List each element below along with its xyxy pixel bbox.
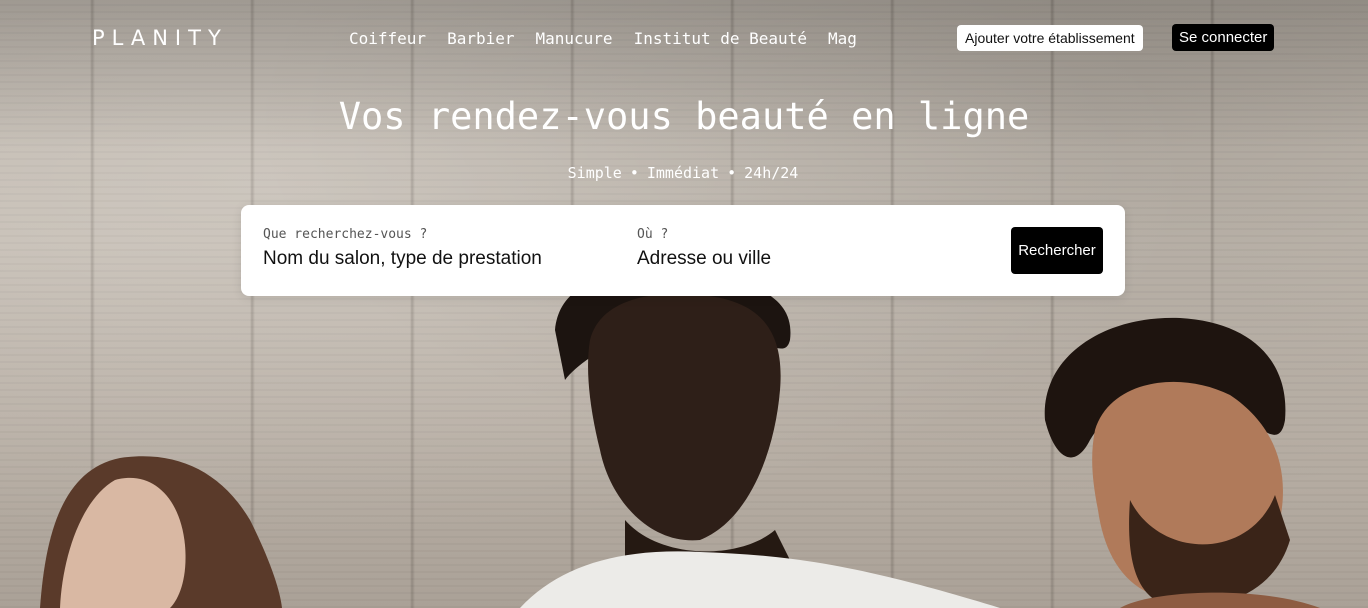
tagline-separator: • <box>727 164 737 182</box>
location-search-field[interactable]: Où ? Adresse ou ville <box>637 227 977 270</box>
tagline-item-simple: Simple <box>567 164 622 182</box>
hero-tagline: Simple • Immédiat • 24h/24 <box>0 164 1366 182</box>
search-card: Que recherchez-vous ? Nom du salon, type… <box>241 205 1125 296</box>
person-left <box>40 456 282 608</box>
hero-background-image <box>0 0 1368 608</box>
nav-item-manucure[interactable]: Manucure <box>536 29 613 48</box>
location-search-input[interactable]: Adresse ou ville <box>637 248 977 270</box>
main-nav: Coiffeur Barbier Manucure Institut de Be… <box>349 29 878 48</box>
nav-item-coiffeur[interactable]: Coiffeur <box>349 29 426 48</box>
nav-item-mag[interactable]: Mag <box>828 29 857 48</box>
person-right <box>1044 317 1320 608</box>
login-button[interactable]: Se connecter <box>1172 24 1275 51</box>
search-button[interactable]: Rechercher <box>1011 227 1103 274</box>
nav-item-barbier[interactable]: Barbier <box>447 29 514 48</box>
hero-title: Vos rendez-vous beauté en ligne <box>338 95 1030 138</box>
tagline-separator: • <box>629 164 639 182</box>
location-search-label: Où ? <box>637 227 669 242</box>
hero-photo-people <box>40 273 1320 608</box>
service-search-label: Que recherchez-vous ? <box>263 227 428 242</box>
service-search-input[interactable]: Nom du salon, type de prestation <box>263 248 613 270</box>
tagline-item-immediat: Immédiat <box>646 164 720 182</box>
planity-logo[interactable]: PLANITY <box>92 26 228 50</box>
add-business-button[interactable]: Ajouter votre établissement <box>957 25 1143 51</box>
service-search-field[interactable]: Que recherchez-vous ? Nom du salon, type… <box>263 227 613 270</box>
nav-item-institut-de-beaute[interactable]: Institut de Beauté <box>634 29 807 48</box>
tagline-item-24h: 24h/24 <box>744 164 799 182</box>
person-center <box>520 273 1000 608</box>
